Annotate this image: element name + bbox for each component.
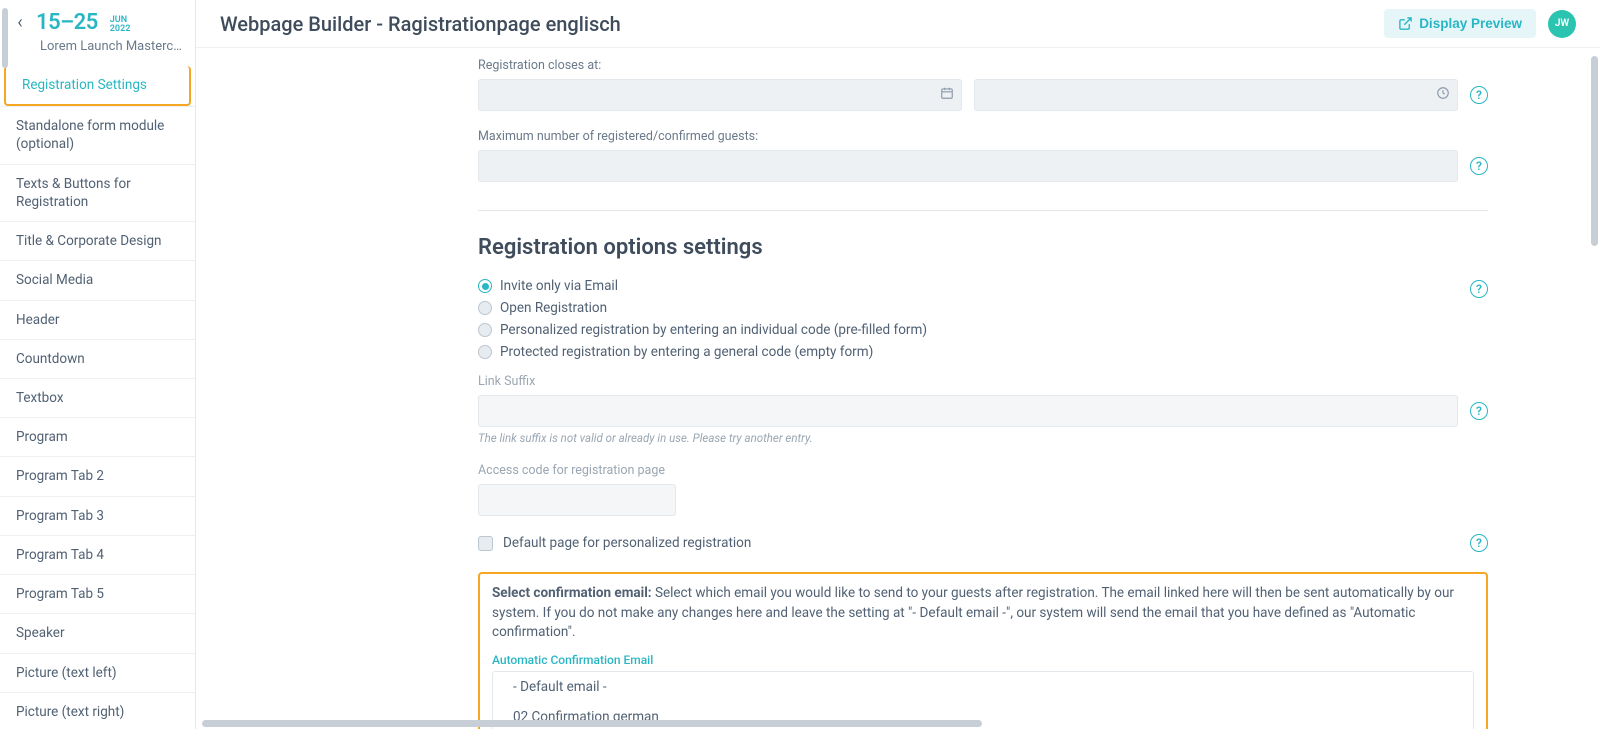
event-name: Lorem Launch Mastercl… <box>12 39 183 54</box>
radio-icon[interactable] <box>478 323 492 337</box>
sidebar-item[interactable]: Texts & Buttons for Registration <box>0 164 195 221</box>
sidebar-item[interactable]: Program Tab 3 <box>0 496 195 535</box>
sidebar-nav: Registration SettingsStandalone form mod… <box>0 62 195 729</box>
access-code-input[interactable] <box>478 484 676 516</box>
radio-label: Open Registration <box>500 300 607 316</box>
display-preview-button[interactable]: Display Preview <box>1384 9 1536 38</box>
registration-type-radios: Invite only via Email Open Registration Pe… <box>478 278 1458 360</box>
confirmation-email-section: Select confirmation email: Select which … <box>478 572 1488 729</box>
main-area: Webpage Builder - Ragistrationpage engli… <box>196 0 1600 729</box>
section-divider <box>478 210 1488 211</box>
default-page-label: Default page for personalized registrati… <box>503 535 751 551</box>
scrollbar-vertical[interactable] <box>1591 56 1598 246</box>
link-suffix-label: Link Suffix <box>478 374 1488 389</box>
page-title: Webpage Builder - Ragistrationpage engli… <box>220 12 621 36</box>
event-month-year: JUN 2022 <box>110 16 131 34</box>
confirmation-email-label: Automatic Confirmation Email <box>492 653 1474 667</box>
link-suffix-hint: The link suffix is not valid or already … <box>478 431 1488 445</box>
calendar-icon[interactable] <box>940 86 954 104</box>
sidebar-item[interactable]: Program Tab 2 <box>0 456 195 495</box>
sidebar-item[interactable]: Program <box>0 417 195 456</box>
sidebar-item[interactable]: Picture (text left) <box>0 653 195 692</box>
outer-scrollbar[interactable] <box>2 8 8 68</box>
confirmation-description: Select confirmation email: Select which … <box>492 584 1474 643</box>
sidebar: ‹ 15–25 JUN 2022 Lorem Launch Mastercl… … <box>0 0 196 729</box>
closes-time-input[interactable] <box>974 79 1458 111</box>
radio-option[interactable]: Personalized registration by entering an… <box>478 322 1458 338</box>
radio-label: Protected registration by entering a gen… <box>500 344 873 360</box>
max-guests-label: Maximum number of registered/confirmed g… <box>478 129 1488 144</box>
content-scroll[interactable]: Registration closes at: <box>196 48 1600 729</box>
help-icon[interactable]: ? <box>1470 534 1488 552</box>
sidebar-item[interactable]: Standalone form module (optional) <box>0 106 195 163</box>
preview-label: Display Preview <box>1419 16 1522 31</box>
sidebar-item[interactable]: Social Media <box>0 260 195 299</box>
topbar: Webpage Builder - Ragistrationpage engli… <box>196 0 1600 48</box>
scrollbar-horizontal[interactable] <box>202 720 982 727</box>
sidebar-item[interactable]: Program Tab 4 <box>0 535 195 574</box>
event-date-range: 15–25 <box>36 10 98 35</box>
radio-option[interactable]: Open Registration <box>478 300 1458 316</box>
sidebar-item[interactable]: Title & Corporate Design <box>0 221 195 260</box>
clock-icon[interactable] <box>1436 86 1450 104</box>
user-avatar[interactable]: JW <box>1548 10 1576 38</box>
link-suffix-input[interactable] <box>478 395 1458 427</box>
sidebar-item[interactable]: Textbox <box>0 378 195 417</box>
radio-option[interactable]: Protected registration by entering a gen… <box>478 344 1458 360</box>
dropdown-option[interactable]: - Default email - <box>493 672 1473 702</box>
help-icon[interactable]: ? <box>1470 86 1488 104</box>
back-chevron-icon[interactable]: ‹ <box>12 12 28 33</box>
sidebar-item[interactable]: Speaker <box>0 613 195 652</box>
max-guests-input[interactable] <box>478 150 1458 182</box>
radio-icon[interactable] <box>478 279 492 293</box>
section-title: Registration options settings <box>478 235 1488 260</box>
sidebar-item[interactable]: Countdown <box>0 339 195 378</box>
radio-icon[interactable] <box>478 345 492 359</box>
radio-label: Personalized registration by entering an… <box>500 322 927 338</box>
external-link-icon <box>1398 16 1413 31</box>
closes-at-label: Registration closes at: <box>478 58 1488 73</box>
default-page-checkbox[interactable] <box>478 536 493 551</box>
closes-date-input[interactable] <box>478 79 962 111</box>
sidebar-item[interactable]: Program Tab 5 <box>0 574 195 613</box>
sidebar-item[interactable]: Picture (text right) <box>0 692 195 729</box>
help-icon[interactable]: ? <box>1470 280 1488 298</box>
sidebar-item[interactable]: Registration Settings <box>4 66 191 106</box>
radio-label: Invite only via Email <box>500 278 618 294</box>
help-icon[interactable]: ? <box>1470 402 1488 420</box>
radio-icon[interactable] <box>478 301 492 315</box>
help-icon[interactable]: ? <box>1470 157 1488 175</box>
sidebar-item[interactable]: Header <box>0 300 195 339</box>
radio-option[interactable]: Invite only via Email <box>478 278 1458 294</box>
access-code-label: Access code for registration page <box>478 463 1488 478</box>
